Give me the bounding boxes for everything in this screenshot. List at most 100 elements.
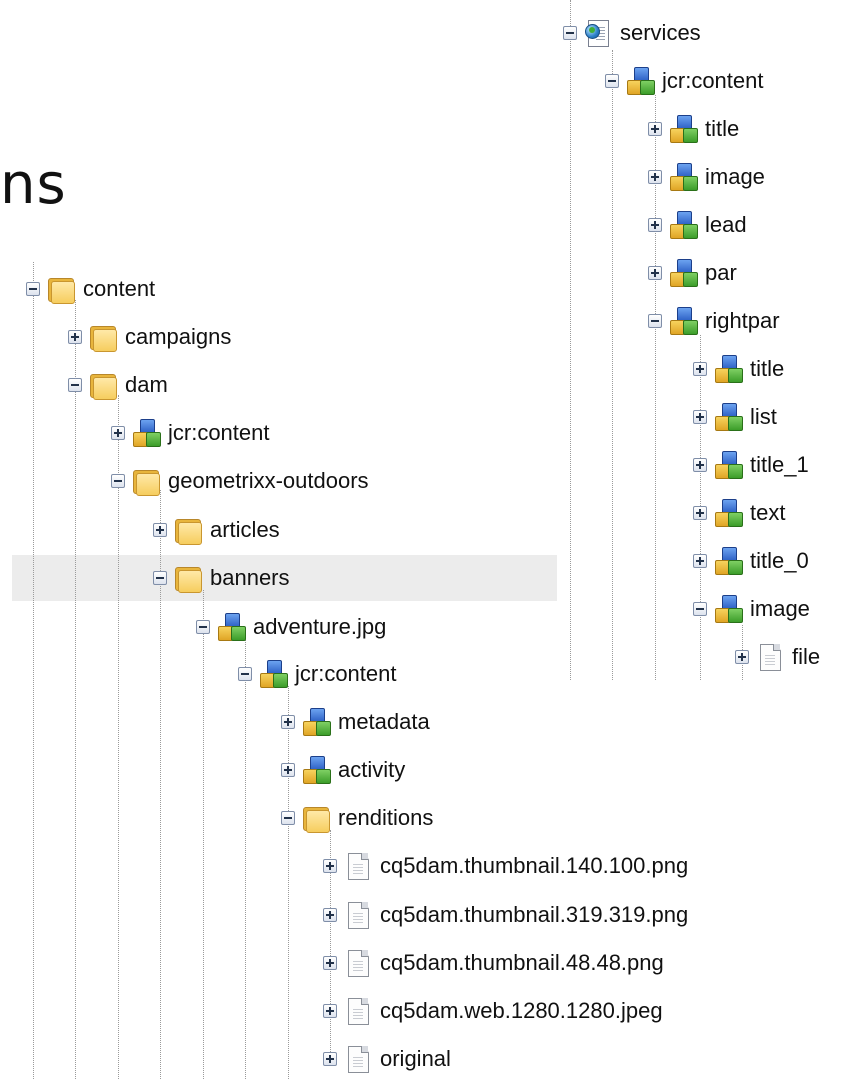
tree-node-articles[interactable]: articles <box>153 507 280 553</box>
tree-node-renditions[interactable]: renditions <box>281 795 433 841</box>
file-icon <box>343 996 373 1026</box>
expand-toggle-icon[interactable] <box>648 266 662 280</box>
repository-tree-panel: content campaigns dam jcr:content geomet… <box>0 0 850 1079</box>
tree-node-rendition-file[interactable]: cq5dam.web.1280.1280.jpeg <box>323 988 663 1034</box>
expand-toggle-icon[interactable] <box>111 426 125 440</box>
tree-connector <box>245 640 246 1079</box>
tree-node-image[interactable]: image <box>693 586 810 632</box>
collapse-toggle-icon[interactable] <box>153 571 167 585</box>
tree-node-metadata[interactable]: metadata <box>281 699 430 745</box>
file-icon <box>343 948 373 978</box>
tree-node-lead[interactable]: lead <box>648 202 747 248</box>
expand-toggle-icon[interactable] <box>648 218 662 232</box>
expand-toggle-icon[interactable] <box>281 763 295 777</box>
tree-node-services[interactable]: services <box>563 10 701 56</box>
node-icon <box>216 612 246 642</box>
file-icon <box>755 642 785 672</box>
expand-toggle-icon[interactable] <box>323 956 337 970</box>
tree-node-jcr-content[interactable]: jcr:content <box>111 410 270 456</box>
tree-node-label: list <box>750 404 777 429</box>
expand-toggle-icon[interactable] <box>693 410 707 424</box>
file-icon <box>343 900 373 930</box>
collapse-toggle-icon[interactable] <box>26 282 40 296</box>
expand-toggle-icon[interactable] <box>693 362 707 376</box>
folder-icon <box>88 322 118 352</box>
file-icon <box>343 851 373 881</box>
tree-node-label: par <box>705 260 737 285</box>
collapse-toggle-icon[interactable] <box>605 74 619 88</box>
expand-toggle-icon[interactable] <box>693 554 707 568</box>
folder-icon <box>131 466 161 496</box>
tree-node-activity[interactable]: activity <box>281 747 405 793</box>
tree-node-rendition-file[interactable]: cq5dam.thumbnail.319.319.png <box>323 892 688 938</box>
expand-toggle-icon[interactable] <box>323 908 337 922</box>
tree-node-content[interactable]: content <box>26 266 155 312</box>
node-icon <box>713 450 743 480</box>
tree-node-geometrixx-outdoors[interactable]: geometrixx-outdoors <box>111 458 369 504</box>
tree-node-file[interactable]: file <box>735 634 820 680</box>
folder-icon <box>173 515 203 545</box>
tree-node-dam[interactable]: dam <box>68 362 168 408</box>
node-icon <box>625 66 655 96</box>
tree-node-label: text <box>750 500 786 525</box>
folder-icon <box>88 370 118 400</box>
collapse-toggle-icon[interactable] <box>563 26 577 40</box>
tree-node-label: dam <box>125 372 168 397</box>
tree-node-label: activity <box>338 757 406 782</box>
folder-icon <box>301 803 331 833</box>
tree-node-label: jcr:content <box>295 661 397 686</box>
tree-node-rendition-file[interactable]: cq5dam.thumbnail.48.48.png <box>323 940 664 986</box>
node-icon <box>668 258 698 288</box>
expand-toggle-icon[interactable] <box>281 715 295 729</box>
collapse-toggle-icon[interactable] <box>238 667 252 681</box>
collapse-toggle-icon[interactable] <box>281 811 295 825</box>
collapse-toggle-icon[interactable] <box>68 378 82 392</box>
tree-node-rightpar[interactable]: rightpar <box>648 298 780 344</box>
tree-node-title-1[interactable]: title_1 <box>693 442 809 488</box>
node-icon <box>301 707 331 737</box>
expand-toggle-icon[interactable] <box>323 1052 337 1066</box>
tree-node-adventure-jpg[interactable]: adventure.jpg <box>196 604 386 650</box>
tree-node-label: file <box>792 644 821 669</box>
expand-toggle-icon[interactable] <box>693 506 707 520</box>
expand-toggle-icon[interactable] <box>323 859 337 873</box>
expand-toggle-icon[interactable] <box>735 650 749 664</box>
collapse-toggle-icon[interactable] <box>111 474 125 488</box>
tree-node-label: original <box>380 1046 451 1071</box>
tree-node-text[interactable]: text <box>693 490 785 536</box>
expand-toggle-icon[interactable] <box>153 523 167 537</box>
node-icon <box>713 498 743 528</box>
expand-toggle-icon[interactable] <box>648 170 662 184</box>
tree-node-par[interactable]: par <box>648 250 737 296</box>
tree-node-label: title <box>750 356 785 381</box>
tree-node-original[interactable]: original <box>323 1036 451 1082</box>
tree-node-jcr-content[interactable]: jcr:content <box>238 651 397 697</box>
tree-node-title[interactable]: title <box>648 106 739 152</box>
collapse-toggle-icon[interactable] <box>648 314 662 328</box>
tree-node-title[interactable]: title <box>693 346 784 392</box>
tree-node-title-0[interactable]: title_0 <box>693 538 809 584</box>
tree-connector <box>33 262 34 1079</box>
tree-node-label: geometrixx-outdoors <box>168 468 369 493</box>
node-icon <box>713 402 743 432</box>
expand-toggle-icon[interactable] <box>648 122 662 136</box>
node-icon <box>713 354 743 384</box>
tree-node-banners[interactable]: banners <box>153 555 290 601</box>
collapse-toggle-icon[interactable] <box>196 620 210 634</box>
tree-node-rendition-file[interactable]: cq5dam.thumbnail.140.100.png <box>323 843 688 889</box>
tree-node-list[interactable]: list <box>693 394 777 440</box>
tree-node-image[interactable]: image <box>648 154 765 200</box>
tree-node-label: image <box>750 596 810 621</box>
tree-connector <box>75 300 76 1079</box>
tree-node-label: title_1 <box>750 452 809 477</box>
tree-node-campaigns[interactable]: campaigns <box>68 314 231 360</box>
expand-toggle-icon[interactable] <box>68 330 82 344</box>
collapse-toggle-icon[interactable] <box>693 602 707 616</box>
expand-toggle-icon[interactable] <box>693 458 707 472</box>
tree-node-label: cq5dam.thumbnail.140.100.png <box>380 853 689 878</box>
node-icon <box>131 418 161 448</box>
expand-toggle-icon[interactable] <box>323 1004 337 1018</box>
folder-icon <box>46 274 76 304</box>
tree-node-jcr-content[interactable]: jcr:content <box>605 58 764 104</box>
tree-connector <box>570 0 571 680</box>
